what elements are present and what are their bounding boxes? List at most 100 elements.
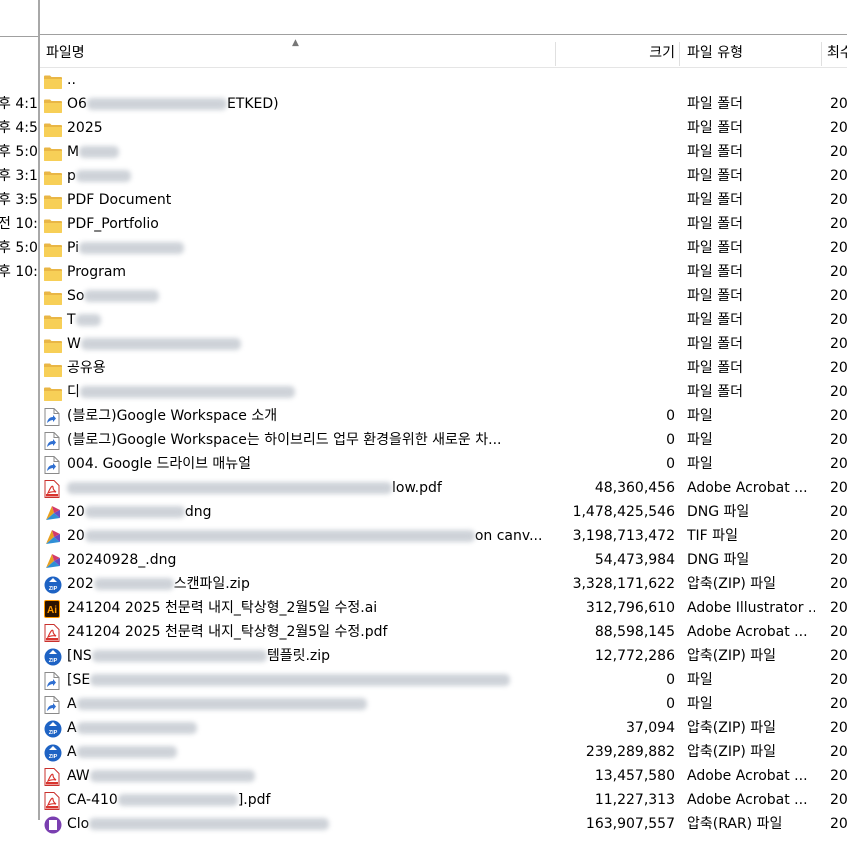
file-type: 압축(ZIP) 파일 [687, 744, 777, 760]
file-type: 파일 폴더 [687, 336, 743, 352]
folder-row[interactable]: O6 ETKED) 파일 폴더 20 [40, 92, 847, 116]
file-name-text: O6 [67, 96, 87, 112]
left-pane-time: 후 3:59 [0, 192, 38, 208]
file-modified: 20 [830, 456, 847, 472]
file-size: 88,598,145 [594, 624, 675, 640]
file-name-text: (블로그)Google Workspace 소개 [67, 408, 278, 424]
column-divider[interactable] [679, 42, 680, 66]
svg-text:ZIP: ZIP [49, 658, 58, 664]
file-name: PDF_Portfolio [67, 212, 159, 236]
folder-icon [44, 265, 62, 281]
folder-row[interactable]: PDF Document 파일 폴더 20 [40, 188, 847, 212]
zip-icon: ZIP [44, 744, 62, 762]
file-type: DNG 파일 [687, 552, 750, 568]
folder-row[interactable]: Program 파일 폴더 20 [40, 260, 847, 284]
redacted-text [84, 506, 185, 518]
file-type: TIF 파일 [687, 528, 738, 544]
file-size: 312,796,610 [585, 600, 675, 616]
file-row[interactable]: ZIP A 37,094 압축(ZIP) 파일 20 [40, 716, 847, 740]
column-divider[interactable] [821, 42, 822, 66]
file-size: 239,289,882 [585, 744, 675, 760]
file-row[interactable]: (블로그)Google Workspace 소개 0 파일 20 [40, 404, 847, 428]
file-type: Adobe Acrobat ... [687, 768, 808, 784]
folder-row[interactable]: Pi 파일 폴더 20 [40, 236, 847, 260]
file-row[interactable]: A 0 파일 20 [40, 692, 847, 716]
file-name-text: A [67, 696, 77, 712]
file-modified: 20 [830, 240, 847, 256]
file-size: 0 [666, 456, 675, 472]
file-name-suffix: 스캔파일.zip [173, 576, 250, 592]
file-row[interactable]: 241204 2025 천문력 내지_탁상형_2월5일 수정.pdf 88,598… [40, 620, 847, 644]
column-header-date[interactable]: 최수 [827, 40, 847, 67]
image-icon [44, 504, 62, 520]
file-name-text: (블로그)Google Workspace는 하이브리드 업무 환경을위한 새로… [67, 432, 502, 448]
file-type: 파일 폴더 [687, 264, 743, 280]
file-modified: 20 [830, 432, 847, 448]
file-type: 파일 폴더 [687, 120, 743, 136]
file-size: 0 [666, 696, 675, 712]
folder-row[interactable]: 공유용 파일 폴더 20 [40, 356, 847, 380]
file-row[interactable]: (블로그)Google Workspace는 하이브리드 업무 환경을위한 새로… [40, 428, 847, 452]
file-row[interactable]: 20 dng 1,478,425,546 DNG 파일 20 [40, 500, 847, 524]
redacted-text [117, 794, 238, 806]
file-name: p [67, 164, 131, 188]
file-size: 1,478,425,546 [572, 504, 675, 520]
column-header-type[interactable]: 파일 유형 [687, 40, 743, 67]
redacted-text [89, 770, 255, 782]
file-name: 20240928_.dng [67, 548, 176, 572]
file-modified: 20 [830, 720, 847, 736]
file-row[interactable]: ZIP 202 스캔파일.zip 3,328,171,622 압축(ZIP) 파일 20 [40, 572, 847, 596]
file-size: 54,473,984 [594, 552, 675, 568]
file-modified: 20 [830, 216, 847, 232]
file-row[interactable]: 20 on canv... 3,198,713,472 TIF 파일 20 [40, 524, 847, 548]
file-row[interactable]: Ai 241204 2025 천문력 내지_탁상형_2월5일 수정.ai 312,7… [40, 596, 847, 620]
sort-ascending-icon: ▲ [292, 38, 299, 48]
file-name: Pi [67, 236, 185, 260]
file-list: .. O6 ETKED) 파일 폴더 20 2025 파일 폴더 20 M 파일 폴더 20 p 파일 … [40, 68, 847, 836]
left-pane-time: 후 5:02 [0, 240, 38, 256]
redacted-text [75, 314, 101, 326]
file-row[interactable]: ZIP A 239,289,882 압축(ZIP) 파일 20 [40, 740, 847, 764]
file-type: 파일 폴더 [687, 240, 743, 256]
redacted-text [84, 290, 160, 302]
file-row[interactable]: [SE 0 파일 20 [40, 668, 847, 692]
file-name-text: PDF_Portfolio [67, 216, 159, 232]
left-pane-path-box[interactable] [0, 0, 38, 37]
image-icon [44, 552, 62, 568]
folder-row[interactable]: .. [40, 68, 847, 92]
file-modified: 20 [830, 120, 847, 136]
file-modified: 20 [830, 192, 847, 208]
file-modified: 20 [830, 528, 847, 544]
file-size: 0 [666, 432, 675, 448]
file-modified: 20 [830, 504, 847, 520]
column-header-size[interactable]: 크기 [649, 40, 675, 67]
file-type: 압축(RAR) 파일 [687, 816, 783, 832]
file-type: 파일 폴더 [687, 312, 743, 328]
file-type: 파일 [687, 456, 713, 472]
file-name-text: 20240928_.dng [67, 552, 177, 568]
column-header-name[interactable]: 파일명 [46, 40, 85, 67]
folder-row[interactable]: PDF_Portfolio 파일 폴더 20 [40, 212, 847, 236]
folder-row[interactable]: T 파일 폴더 20 [40, 308, 847, 332]
folder-row[interactable]: So 파일 폴더 20 [40, 284, 847, 308]
file-type: 압축(ZIP) 파일 [687, 648, 777, 664]
folder-row[interactable]: W 파일 폴더 20 [40, 332, 847, 356]
folder-row[interactable]: p 파일 폴더 20 [40, 164, 847, 188]
file-row[interactable]: Clo 163,907,557 압축(RAR) 파일 20 [40, 812, 847, 836]
file-row[interactable]: 20240928_.dng 54,473,984 DNG 파일 20 [40, 548, 847, 572]
file-row[interactable]: low.pdf 48,360,456 Adobe Acrobat ... 20 [40, 476, 847, 500]
file-name: [SE [67, 668, 511, 692]
redacted-text [84, 530, 475, 542]
folder-row[interactable]: M 파일 폴더 20 [40, 140, 847, 164]
folder-row[interactable]: 2025 파일 폴더 20 [40, 116, 847, 140]
file-row[interactable]: ZIP [NS 템플릿.zip 12,772,286 압축(ZIP) 파일 20 [40, 644, 847, 668]
file-modified: 20 [830, 384, 847, 400]
column-divider[interactable] [555, 42, 556, 66]
file-row[interactable]: CA-410].pdf 11,227,313 Adobe Acrobat ... 20 [40, 788, 847, 812]
file-name: 20 dng [67, 500, 211, 524]
folder-row[interactable]: 디 파일 폴더 20 [40, 380, 847, 404]
file-row[interactable]: AW 13,457,580 Adobe Acrobat ... 20 [40, 764, 847, 788]
file-row[interactable]: 004. Google 드라이브 매뉴얼 0 파일 20 [40, 452, 847, 476]
file-name-text: [SE [67, 672, 91, 688]
remote-path-box[interactable] [40, 0, 847, 35]
